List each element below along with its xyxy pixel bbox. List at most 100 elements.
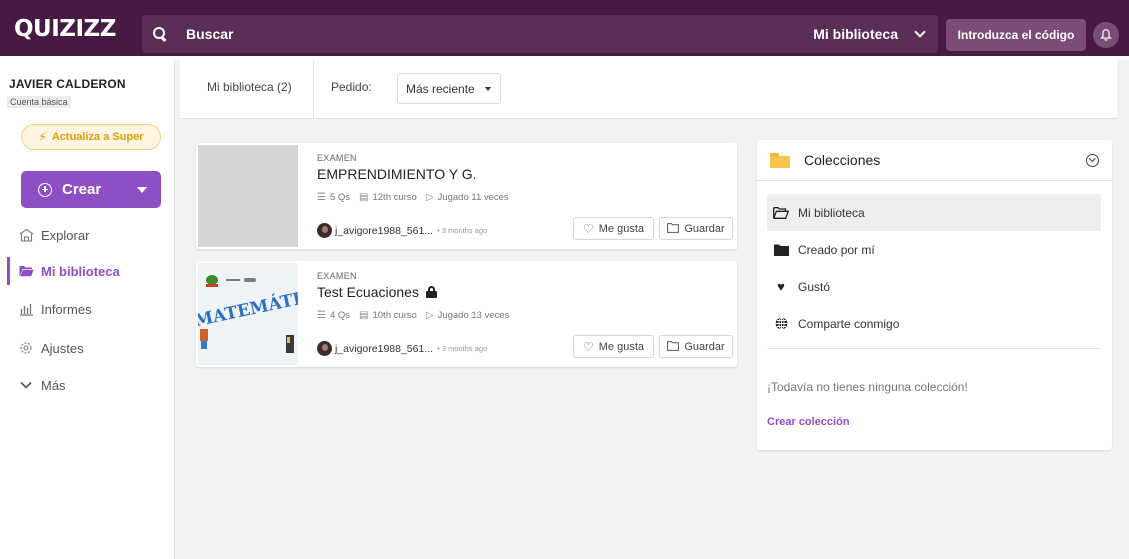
empty-collections-message: ¡Todavía no tienes ninguna colección!	[767, 380, 968, 394]
quiz-author[interactable]: j_avigore1988_561... • 3 months ago	[317, 341, 487, 356]
search-icon	[153, 27, 167, 41]
save-button[interactable]: Guardar	[659, 217, 733, 240]
bell-icon	[1100, 29, 1112, 41]
collection-item-label: Creado por mí	[798, 242, 875, 257]
create-collection-link[interactable]: Crear colección	[767, 416, 850, 428]
search-input[interactable]: Buscar	[186, 26, 801, 42]
quiz-meta: ☰ 4 Qs ▤ 10th curso ▷ Jugado 13 veces	[317, 310, 509, 321]
sidebar-item-reports[interactable]: Informes	[0, 295, 174, 323]
quiz-type: EXAMEN	[317, 271, 357, 281]
collection-item-label: Comparte conmigo	[798, 316, 900, 331]
like-button[interactable]: ♡ Me gusta	[573, 217, 654, 240]
search-scope-dropdown[interactable]: Mi biblioteca	[801, 15, 938, 53]
sidebar-item-settings[interactable]: Ajustes	[0, 334, 174, 362]
quiz-card[interactable]: EXAMEN EMPRENDIMIENTO Y G. ☰ 5 Qs ▤ 12th…	[196, 143, 737, 249]
top-bar: QUIZIZZ Buscar Mi biblioteca Introduzca …	[0, 0, 1129, 60]
lock-icon	[425, 286, 437, 298]
question-count: 4 Qs	[329, 310, 351, 321]
sidebar-item-label: Informes	[41, 301, 92, 317]
quiz-author[interactable]: j_avigore1988_561... • 3 months ago	[317, 223, 487, 238]
like-label: Me gusta	[598, 340, 644, 353]
quiz-type: EXAMEN	[317, 153, 357, 163]
quiz-meta: ☰ 5 Qs ▤ 12th curso ▷ Jugado 11 veces	[317, 192, 509, 203]
avatar	[317, 223, 332, 238]
folder-open-icon	[773, 206, 789, 219]
divider	[313, 60, 314, 119]
chevron-down-icon	[914, 26, 926, 38]
collection-item-liked[interactable]: ♥ Gustó	[767, 268, 1101, 305]
collection-item-created-by-me[interactable]: Creado por mí	[767, 231, 1101, 268]
order-label: Pedido:	[331, 80, 372, 94]
quiz-card[interactable]: MATEMÁTIC EXAMEN Test Ecuaciones ☰ 4 Qs …	[196, 261, 737, 367]
quiz-thumbnail: MATEMÁTIC	[198, 263, 298, 365]
tab-my-library[interactable]: Mi biblioteca (2)	[207, 80, 292, 94]
grade: 10th curso	[372, 310, 417, 321]
chevron-down-icon	[18, 377, 34, 393]
user-name: JAVIER CALDERON	[9, 77, 126, 91]
quiz-title-text: EMPRENDIMIENTO Y G.	[317, 166, 477, 182]
collections-title: Colecciones	[804, 152, 881, 168]
sidebar-item-explore[interactable]: Explorar	[0, 221, 174, 249]
collections-header: Colecciones	[757, 140, 1112, 181]
collection-item-my-library[interactable]: Mi biblioteca	[767, 194, 1101, 231]
play-icon: ▷	[425, 192, 434, 203]
quiz-title[interactable]: EMPRENDIMIENTO Y G.	[317, 166, 476, 182]
caret-down-icon	[484, 86, 491, 91]
quizizz-logo[interactable]: QUIZIZZ	[10, 10, 138, 48]
upgrade-button[interactable]: ⚡︎ Actualiza a Super	[21, 124, 161, 150]
play-count: Jugado 13 veces	[437, 310, 510, 321]
list-icon: ☰	[317, 192, 326, 203]
quiz-title[interactable]: Test Ecuaciones	[317, 284, 437, 300]
sidebar-item-label: Mi biblioteca	[41, 263, 120, 279]
save-label: Guardar	[684, 340, 725, 353]
collection-item-shared-with-me[interactable]: Comparte conmigo	[767, 305, 1101, 342]
divider	[767, 348, 1101, 349]
create-button[interactable]: Crear	[21, 171, 161, 208]
author-name: j_avigore1988_561...	[335, 224, 434, 237]
globe-icon	[773, 317, 789, 330]
heart-outline-icon: ♡	[582, 339, 594, 354]
timestamp: • 3 months ago	[437, 226, 488, 235]
folder-icon	[773, 244, 789, 256]
sidebar-item-label: Ajustes	[41, 340, 84, 356]
quiz-title-text: Test Ecuaciones	[317, 284, 419, 300]
collapse-icon[interactable]	[1086, 153, 1099, 167]
enter-code-button[interactable]: Introduzca el código	[946, 19, 1086, 51]
search-bar[interactable]: Buscar Mi biblioteca	[142, 15, 938, 53]
save-button[interactable]: Guardar	[659, 335, 733, 358]
create-label: Crear	[62, 181, 102, 198]
order-value: Más reciente	[406, 81, 475, 96]
quiz-thumbnail	[198, 145, 298, 247]
sidebar: JAVIER CALDERON Cuenta básica ⚡︎ Actuali…	[0, 60, 175, 559]
sidebar-item-label: Más	[41, 377, 66, 393]
timestamp: • 3 months ago	[437, 344, 488, 353]
document-icon: ▤	[359, 192, 369, 203]
author-name: j_avigore1988_561...	[335, 342, 434, 355]
sidebar-item-label: Explorar	[41, 227, 90, 243]
upgrade-label: Actualiza a Super	[51, 131, 144, 143]
logo-text: QUIZIZZ	[14, 16, 116, 42]
heart-outline-icon: ♡	[582, 221, 594, 236]
settings-icon	[18, 340, 34, 356]
heart-icon: ♥	[777, 279, 785, 294]
plus-circle-icon	[38, 182, 52, 197]
list-icon: ☰	[317, 310, 326, 321]
order-select[interactable]: Más reciente	[397, 73, 501, 104]
folder-outline-icon	[667, 222, 680, 236]
explore-icon	[18, 227, 34, 243]
folder-icon	[18, 263, 34, 279]
sidebar-item-more[interactable]: Más	[0, 371, 174, 399]
collection-item-label: Mi biblioteca	[798, 205, 865, 220]
search-scope-label: Mi biblioteca	[813, 26, 898, 42]
active-indicator	[7, 257, 10, 285]
like-button[interactable]: ♡ Me gusta	[573, 335, 654, 358]
plan-badge: Cuenta básica	[7, 96, 71, 108]
caret-down-icon[interactable]	[137, 186, 147, 193]
collections-panel: Colecciones Mi biblioteca Creado por mí …	[757, 140, 1112, 450]
lightning-icon: ⚡︎	[38, 130, 47, 144]
like-label: Me gusta	[598, 222, 644, 235]
notifications-button[interactable]	[1093, 22, 1119, 48]
collection-item-label: Gustó	[798, 279, 831, 294]
sidebar-item-my-library[interactable]: Mi biblioteca	[0, 257, 174, 285]
avatar	[317, 341, 332, 356]
